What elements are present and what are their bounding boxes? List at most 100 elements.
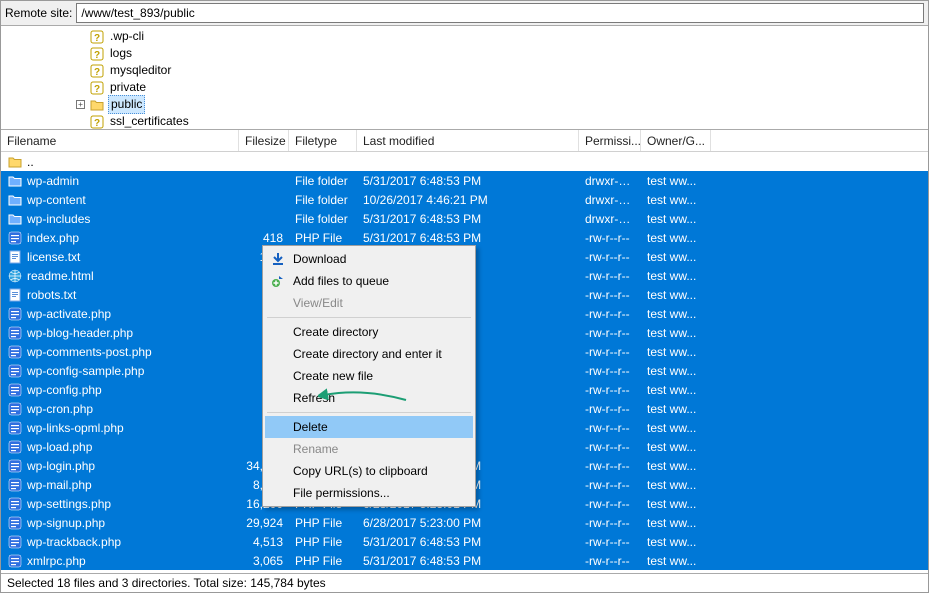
file-modified-label: 5/31/2017 6:48:53 PM	[357, 554, 579, 568]
menu-item-label: Refresh	[293, 391, 335, 405]
file-name-label: license.txt	[27, 250, 80, 264]
file-type-label: PHP File	[289, 516, 357, 530]
tree-node[interactable]: ?logs	[1, 45, 928, 62]
file-modified-label: 10/26/2017 4:46:21 PM	[357, 193, 579, 207]
file-owner-label: test ww...	[641, 326, 711, 340]
unknown-folder-icon: ?	[89, 29, 105, 45]
context-menu: DownloadAdd files to queue View/Edit Creat…	[262, 245, 476, 507]
file-size-label: 418	[239, 231, 289, 245]
file-name-label: ..	[27, 155, 34, 169]
file-name-label: wp-includes	[27, 212, 90, 226]
menu-item-label: View/Edit	[293, 296, 343, 310]
file-owner-label: test ww...	[641, 459, 711, 473]
tree-node[interactable]: ?.wp-cli	[1, 28, 928, 45]
unknown-folder-icon: ?	[89, 80, 105, 96]
file-owner-label: test ww...	[641, 364, 711, 378]
menu-separator	[267, 412, 471, 413]
file-name-label: index.php	[27, 231, 79, 245]
file-owner-label: test ww...	[641, 497, 711, 511]
file-permissions-label: -rw-r--r--	[579, 326, 641, 340]
file-row[interactable]: wp-includesFile folder5/31/2017 6:48:53 …	[1, 209, 928, 228]
file-modified-label: 6/28/2017 5:23:00 PM	[357, 516, 579, 530]
remote-site-label: Remote site:	[5, 6, 72, 20]
file-row[interactable]: wp-contentFile folder10/26/2017 4:46:21 …	[1, 190, 928, 209]
file-name-label: wp-load.php	[27, 440, 92, 454]
menu-item-create-directory-and-enter-it[interactable]: Create directory and enter it	[265, 343, 473, 365]
menu-item-refresh[interactable]: Refresh	[265, 387, 473, 409]
menu-item-create-new-file[interactable]: Create new file	[265, 365, 473, 387]
php-icon	[7, 363, 23, 379]
php-icon	[7, 325, 23, 341]
menu-item-download[interactable]: Download	[265, 248, 473, 270]
file-name-label: wp-activate.php	[27, 307, 111, 321]
header-owner[interactable]: Owner/G...	[641, 130, 711, 151]
file-owner-label: test ww...	[641, 478, 711, 492]
file-owner-label: test ww...	[641, 269, 711, 283]
tree-node[interactable]: + public	[1, 96, 928, 113]
menu-item-label: Create directory and enter it	[293, 347, 442, 361]
file-modified-label: 5/31/2017 6:48:53 PM	[357, 535, 579, 549]
file-owner-label: test ww...	[641, 554, 711, 568]
file-name-label: wp-mail.php	[27, 478, 92, 492]
svg-text:?: ?	[94, 33, 100, 44]
remote-path-input[interactable]	[76, 3, 924, 23]
folder-icon	[7, 154, 23, 170]
php-icon	[7, 344, 23, 360]
menu-item-delete[interactable]: Delete	[265, 416, 473, 438]
header-permissions[interactable]: Permissi...	[579, 130, 641, 151]
tree-node[interactable]: ?ssl_certificates	[1, 113, 928, 130]
file-row[interactable]: wp-adminFile folder5/31/2017 6:48:53 PMd…	[1, 171, 928, 190]
menu-item-add-files-to-queue[interactable]: Add files to queue	[265, 270, 473, 292]
php-icon	[7, 401, 23, 417]
file-owner-label: test ww...	[641, 212, 711, 226]
menu-item-label: Delete	[293, 420, 328, 434]
menu-item-copy-url-s-to-clipboard[interactable]: Copy URL(s) to clipboard	[265, 460, 473, 482]
status-bar: Selected 18 files and 3 directories. Tot…	[1, 573, 928, 592]
file-size-label: 3,065	[239, 554, 289, 568]
header-last-modified[interactable]: Last modified	[357, 130, 579, 151]
tree-node[interactable]: ?private	[1, 79, 928, 96]
file-name-label: wp-settings.php	[27, 497, 111, 511]
file-permissions-label: -rw-r--r--	[579, 250, 641, 264]
svg-text:?: ?	[94, 84, 100, 95]
file-owner-label: test ww...	[641, 307, 711, 321]
file-permissions-label: -rw-r--r--	[579, 402, 641, 416]
php-icon	[7, 230, 23, 246]
php-icon	[7, 420, 23, 436]
menu-item-file-permissions[interactable]: File permissions...	[265, 482, 473, 504]
file-modified-label: 5/31/2017 6:48:53 PM	[357, 174, 579, 188]
file-permissions-label: -rw-r--r--	[579, 231, 641, 245]
header-filesize[interactable]: Filesize	[239, 130, 289, 151]
file-size-label: 4,513	[239, 535, 289, 549]
parent-dir-row[interactable]: ..	[1, 152, 928, 171]
file-name-label: readme.html	[27, 269, 94, 283]
add-icon	[269, 274, 287, 288]
file-row[interactable]: wp-signup.php29,924PHP File6/28/2017 5:2…	[1, 513, 928, 532]
file-permissions-label: -rw-r--r--	[579, 383, 641, 397]
unknown-folder-icon: ?	[89, 63, 105, 79]
menu-item-label: Rename	[293, 442, 338, 456]
tree-node[interactable]: ?mysqleditor	[1, 62, 928, 79]
header-filetype[interactable]: Filetype	[289, 130, 357, 151]
php-icon	[7, 477, 23, 493]
remote-directory-tree[interactable]: ?.wp-cli?logs?mysqleditor?private + public…	[1, 26, 928, 130]
dl-icon	[269, 252, 287, 266]
file-row[interactable]: xmlrpc.php3,065PHP File5/31/2017 6:48:53…	[1, 551, 928, 570]
expand-icon[interactable]: +	[76, 100, 85, 109]
tree-node-label: public	[108, 95, 145, 114]
menu-item-rename: Rename	[265, 438, 473, 460]
file-name-label: robots.txt	[27, 288, 76, 302]
file-owner-label: test ww...	[641, 383, 711, 397]
header-filename[interactable]: Filename	[1, 130, 239, 151]
file-owner-label: test ww...	[641, 288, 711, 302]
menu-item-create-directory[interactable]: Create directory	[265, 321, 473, 343]
file-owner-label: test ww...	[641, 250, 711, 264]
file-list-header[interactable]: Filename Filesize Filetype Last modified…	[1, 130, 928, 152]
file-name-label: wp-admin	[27, 174, 79, 188]
file-permissions-label: -rw-r--r--	[579, 364, 641, 378]
file-row[interactable]: wp-trackback.php4,513PHP File5/31/2017 6…	[1, 532, 928, 551]
file-name-label: wp-links-opml.php	[27, 421, 124, 435]
file-size-label: 29,924	[239, 516, 289, 530]
file-permissions-label: -rw-r--r--	[579, 478, 641, 492]
file-name-label: wp-config-sample.php	[27, 364, 144, 378]
